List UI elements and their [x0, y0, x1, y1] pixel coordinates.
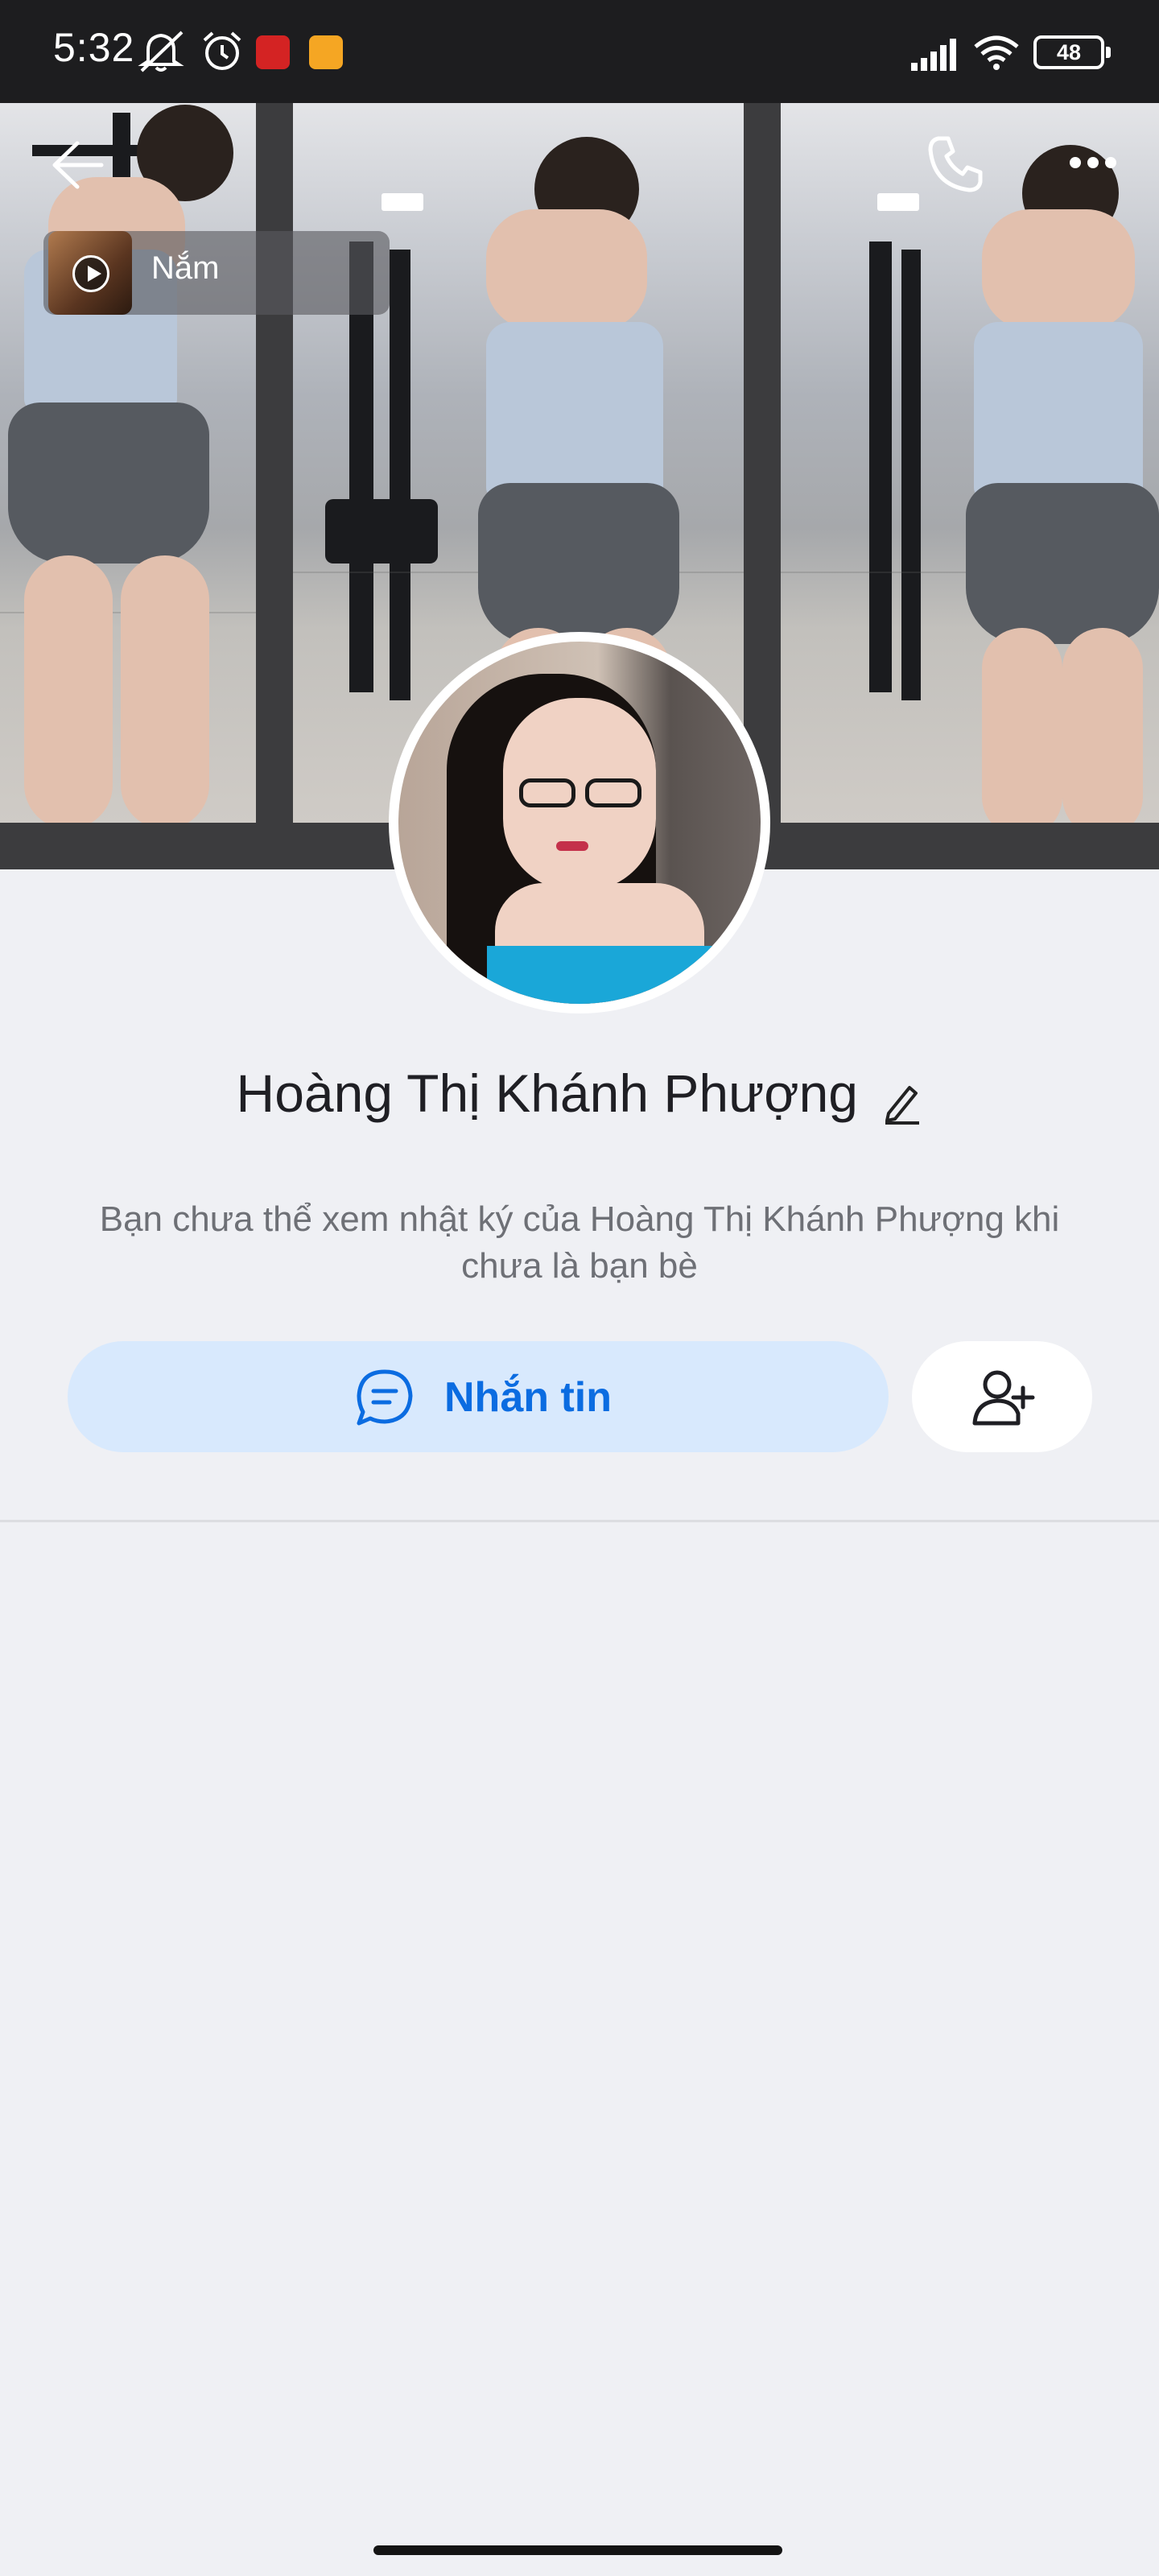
app-notification-yellow-icon — [309, 35, 343, 69]
add-friend-button[interactable] — [912, 1341, 1092, 1452]
battery-icon: 48 — [1033, 35, 1111, 69]
section-divider — [0, 1520, 1159, 1522]
music-thumbnail — [48, 231, 132, 315]
edit-pencil-icon[interactable] — [881, 1080, 922, 1129]
cover-panel-left — [0, 48, 256, 823]
back-arrow-icon[interactable] — [50, 137, 106, 197]
status-bar: 5:32 48 — [0, 0, 1159, 103]
more-dots-icon[interactable] — [1067, 153, 1119, 176]
avatar-photo — [398, 642, 761, 1004]
play-icon — [72, 255, 109, 292]
wifi-icon — [972, 34, 1021, 75]
signal-icon — [909, 39, 961, 75]
status-time: 5:32 — [53, 25, 135, 70]
alarm-icon — [200, 29, 245, 78]
add-friend-icon — [972, 1370, 1035, 1426]
app-notification-red-icon — [256, 35, 290, 69]
profile-name-row: Hoàng Thị Khánh Phượng — [0, 1063, 1159, 1129]
profile-name: Hoàng Thị Khánh Phượng — [236, 1063, 858, 1123]
profile-music-chip[interactable]: Nắm — [43, 231, 390, 315]
privacy-note: Bạn chưa thể xem nhật ký của Hoàng Thị K… — [99, 1199, 1060, 1286]
avatar[interactable] — [389, 632, 770, 1013]
message-button[interactable]: Nhắn tin — [68, 1341, 889, 1452]
chat-bubble-icon — [357, 1369, 413, 1426]
music-title: Nắm — [151, 250, 220, 286]
message-button-label: Nhắn tin — [444, 1374, 612, 1421]
home-indicator[interactable] — [373, 2545, 782, 2555]
mute-bell-icon — [137, 29, 188, 78]
phone-icon[interactable] — [926, 134, 987, 199]
